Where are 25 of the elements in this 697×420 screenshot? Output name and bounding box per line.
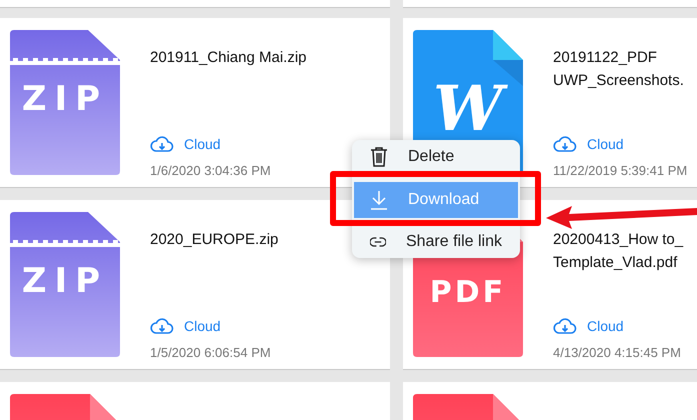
storage-location: Cloud: [587, 134, 624, 154]
link-icon: [370, 236, 386, 248]
file-name: 2020_EUROPE.zip: [150, 230, 278, 250]
storage-location: Cloud: [184, 316, 221, 336]
download-icon: [370, 190, 388, 210]
file-name: 201911_Chiang Mai.zip: [150, 48, 306, 68]
file-name: 20200413_How to_: [553, 230, 684, 250]
cloud-download-icon: [150, 135, 174, 153]
cloud-download-icon: [150, 317, 174, 335]
cloud-download-icon: [553, 135, 577, 153]
file-date: 4/13/2020 4:15:45 PM: [553, 344, 682, 362]
zip-file-icon: ZIP: [10, 30, 120, 175]
storage-location: Cloud: [184, 134, 221, 154]
cloud-download-icon: [553, 317, 577, 335]
file-name: 20191122_PDF: [553, 48, 658, 68]
file-card[interactable]: ZIP 2020_EUROPE.zip Cloud 1/5/2020 6:06:54 PM: [0, 200, 390, 370]
file-name: UWP_Screenshots.: [553, 71, 685, 91]
zip-file-icon: ZIP: [10, 212, 120, 357]
file-card[interactable]: ZIP 201911_Chiang Mai.zip Cloud 1/6/2020 3:04:36 PM: [0, 18, 390, 188]
file-date: 1/5/2020 6:06:54 PM: [150, 344, 272, 362]
file-date: 11/22/2019 5:39:41 PM: [553, 162, 688, 180]
storage-location: Cloud: [587, 316, 624, 336]
trash-icon: [370, 146, 388, 166]
file-name: Template_Vlad.pdf: [553, 253, 678, 273]
file-date: 1/6/2020 3:04:36 PM: [150, 162, 272, 180]
